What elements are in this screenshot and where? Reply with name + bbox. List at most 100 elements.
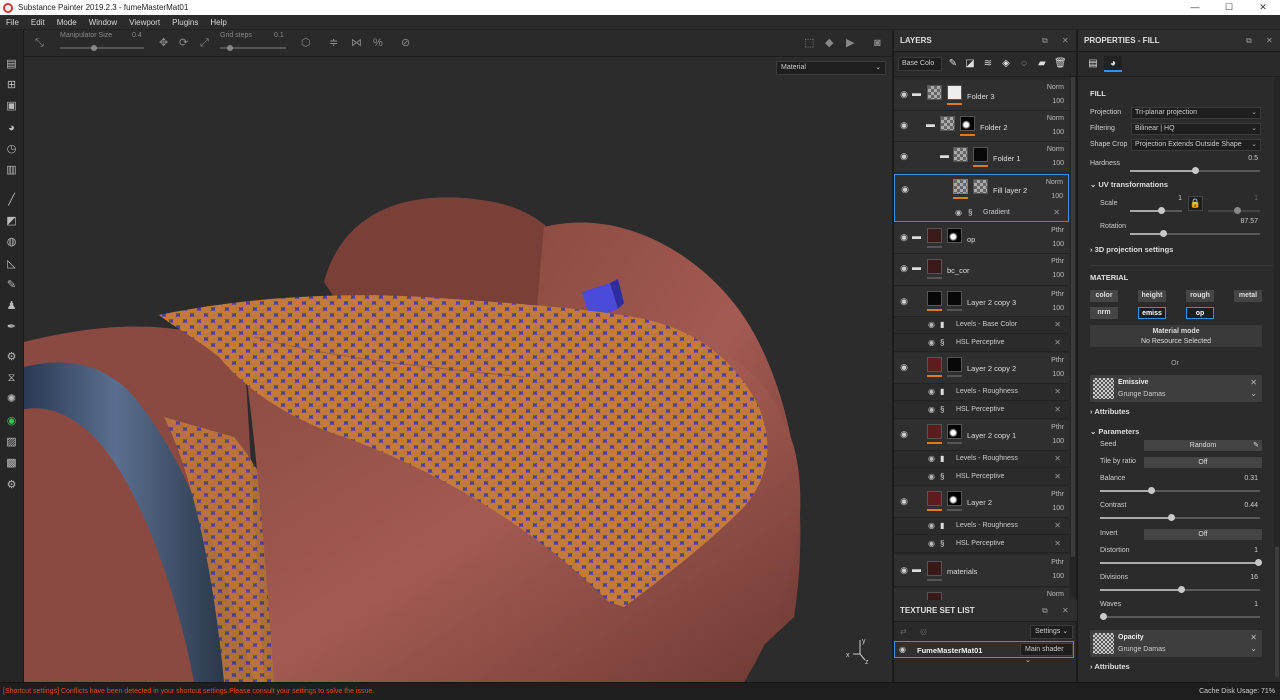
waves-slider[interactable]: [1100, 613, 1260, 620]
layer-row-partial[interactable]: Norm: [894, 588, 1069, 600]
remove-effect-icon[interactable]: ✕: [1054, 521, 1061, 530]
channel-chip-rough[interactable]: rough: [1186, 290, 1214, 302]
menu-viewport[interactable]: Viewport: [123, 18, 166, 27]
channel-chip-emiss[interactable]: emiss: [1138, 307, 1166, 319]
effect-row-levels-roughness[interactable]: ◉ ▮ Levels - Roughness ✕: [894, 451, 1069, 468]
shape-crop-select[interactable]: Projection Extends Outside Shape ⌄: [1131, 139, 1261, 151]
visibility-eye-icon[interactable]: ◉: [898, 232, 910, 243]
blend-mode[interactable]: Norm: [1047, 115, 1064, 122]
waves-value[interactable]: 1: [1228, 601, 1258, 608]
filtering-select[interactable]: Bilinear | HQ ⌄: [1131, 123, 1261, 135]
emissive-resource-slot[interactable]: Emissive Grunge Damas ✕ ⌄: [1090, 375, 1262, 402]
visibility-eye-icon[interactable]: ◉: [898, 296, 910, 307]
blend-mode[interactable]: Pthr: [1051, 559, 1064, 566]
chevron-down-icon[interactable]: ⌄: [1250, 644, 1257, 653]
rotation-value[interactable]: 87.57: [1228, 218, 1258, 225]
blend-mode[interactable]: Pthr: [1051, 291, 1064, 298]
texture-set-row[interactable]: ◉ FumeMasterMat01 Main shader ⌄: [894, 641, 1074, 664]
distribute-icon[interactable]: ⋈: [351, 37, 362, 49]
visibility-eye-icon[interactable]: ◉: [955, 208, 962, 217]
slider-knob[interactable]: [1255, 559, 1262, 566]
close-panel-icon[interactable]: ✕: [1266, 30, 1273, 52]
edit-pencil-icon[interactable]: ✎: [1253, 440, 1259, 451]
channel-chip-metal[interactable]: metal: [1234, 290, 1262, 302]
scale-icon[interactable]: ⤢: [200, 37, 209, 49]
menu-edit[interactable]: Edit: [25, 18, 51, 27]
layers-scrollbar[interactable]: [1070, 77, 1076, 597]
visibility-eye-icon[interactable]: ◉: [928, 521, 935, 530]
visibility-eye-icon[interactable]: ◉: [928, 405, 935, 414]
effect-row-levels-base-color[interactable]: ◉ ▮ Levels - Base Color ✕: [894, 317, 1069, 334]
3d-viewport[interactable]: [24, 57, 892, 682]
slider-knob[interactable]: [1192, 167, 1199, 174]
layer-opacity[interactable]: 100: [1052, 98, 1064, 105]
opacity-resource-slot[interactable]: Opacity Grunge Damas ✕ ⌄: [1090, 630, 1262, 657]
effect-row-hsl-perceptive[interactable]: ◉ § HSL Perceptive ✕: [894, 402, 1069, 419]
clear-resource-icon[interactable]: ✕: [1250, 633, 1257, 642]
balance-value[interactable]: 0.31: [1228, 475, 1258, 482]
balance-slider[interactable]: [1100, 487, 1260, 494]
scale-value-2[interactable]: 1: [1242, 195, 1258, 202]
visibility-eye-icon[interactable]: ◉: [898, 120, 910, 131]
blend-mode[interactable]: Norm: [1047, 591, 1064, 598]
scale-slider[interactable]: [1130, 207, 1182, 214]
remove-effect-icon[interactable]: ✕: [1054, 454, 1061, 463]
layer-opacity[interactable]: 100: [1052, 505, 1064, 512]
uv-transformations-section[interactable]: ⌄ UV transformations: [1090, 180, 1168, 189]
properties-scrollbar[interactable]: [1274, 77, 1280, 677]
shortcut-warning[interactable]: [Shortcut settings] Conflicts have been …: [3, 688, 374, 695]
properties-scroll-thumb[interactable]: [1275, 547, 1279, 677]
settings-button[interactable]: Settings ⌄: [1030, 625, 1074, 639]
blend-mode[interactable]: Pthr: [1051, 424, 1064, 431]
distortion-value[interactable]: 1: [1228, 547, 1258, 554]
divisions-value[interactable]: 16: [1228, 574, 1258, 581]
rotation-slider[interactable]: [1130, 230, 1260, 237]
close-panel-icon[interactable]: ✕: [1062, 600, 1069, 622]
channel-chip-nrm[interactable]: nrm: [1090, 307, 1118, 319]
shelf-icon[interactable]: ⊞: [5, 79, 18, 92]
plugin-icon[interactable]: ⚙: [5, 479, 18, 492]
visibility-eye-icon[interactable]: ◉: [928, 539, 935, 548]
slider-knob[interactable]: [1160, 230, 1167, 237]
layers-scroll-thumb[interactable]: [1071, 77, 1075, 557]
effect-row-gradient[interactable]: ◉ § Gradient ✕: [895, 205, 1068, 222]
add-folder-icon[interactable]: ▰: [1036, 58, 1048, 70]
align-icon[interactable]: ≑: [329, 37, 338, 49]
visibility-eye-icon[interactable]: ◉: [898, 89, 910, 100]
add-paint-layer-icon[interactable]: ◌: [1018, 58, 1030, 70]
undock-icon[interactable]: ⧉: [1246, 30, 1252, 52]
layer-row-folder-3[interactable]: ◉ ▬ Folder 3 Norm 100: [894, 80, 1069, 111]
link-icon[interactable]: ⇄: [900, 627, 907, 636]
video-camera-icon[interactable]: ▶: [846, 37, 854, 49]
remove-effect-icon[interactable]: ✕: [1054, 472, 1061, 481]
visibility-eye-icon[interactable]: ◉: [928, 320, 935, 329]
attributes-section[interactable]: › Attributes: [1090, 407, 1130, 416]
3d-projection-settings-section[interactable]: › 3D projection settings: [1090, 245, 1173, 254]
effect-row-hsl-perceptive[interactable]: ◉ § HSL Perceptive ✕: [894, 335, 1069, 352]
eye-icon[interactable]: ◎: [920, 627, 927, 636]
blend-mode[interactable]: Pthr: [1051, 491, 1064, 498]
add-layer-icon[interactable]: ≋: [982, 58, 994, 70]
channel-chip-op[interactable]: op: [1186, 307, 1214, 319]
paint-brush-icon[interactable]: ╱: [5, 194, 18, 207]
layer-opacity[interactable]: 100: [1052, 160, 1064, 167]
menu-window[interactable]: Window: [83, 18, 123, 27]
slider-knob[interactable]: [1148, 487, 1155, 494]
visibility-eye-icon[interactable]: ◉: [898, 263, 910, 274]
grid-steps-knob[interactable]: [227, 45, 233, 51]
settings-icon[interactable]: ⚙: [5, 351, 18, 364]
blend-mode[interactable]: Pthr: [1051, 357, 1064, 364]
remove-effect-icon[interactable]: ✕: [1054, 320, 1061, 329]
display-settings-icon[interactable]: ▣: [5, 100, 18, 113]
layer-row-layer-2-copy-1[interactable]: ◉ Layer 2 copy 1 Pthr 100: [894, 420, 1069, 451]
visibility-eye-icon[interactable]: ◉: [898, 565, 910, 576]
material-mode-box[interactable]: Material mode No Resource Selected: [1090, 325, 1262, 347]
slider-knob[interactable]: [1178, 586, 1185, 593]
layer-row-folder-1[interactable]: ◉ ▬ Folder 1 Norm 100: [894, 142, 1069, 173]
menu-file[interactable]: File: [0, 18, 25, 27]
visibility-eye-icon[interactable]: ◉: [928, 454, 935, 463]
visibility-eye-icon[interactable]: ◉: [899, 184, 911, 195]
slider-knob[interactable]: [1158, 207, 1165, 214]
layer-row-bc-cor[interactable]: ◉ ▬ bc_cor Pthr 100: [894, 254, 1069, 286]
tab-fill-properties-icon[interactable]: ▤: [1084, 56, 1102, 72]
